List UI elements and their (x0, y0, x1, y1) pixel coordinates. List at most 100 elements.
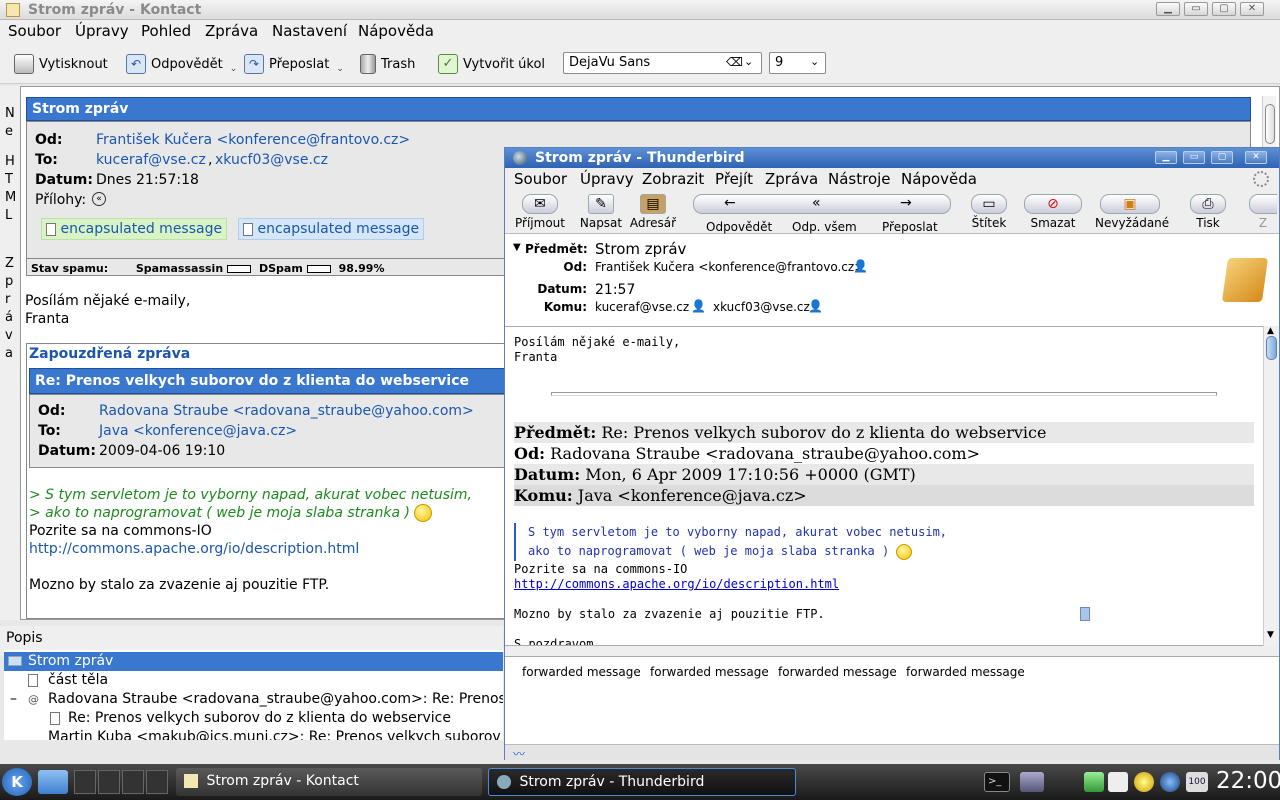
print-button[interactable]: Vytisknout (14, 50, 108, 78)
update-icon[interactable] (1160, 772, 1180, 792)
clock[interactable]: 22:00 (1216, 768, 1280, 794)
chevron-down-icon[interactable]: ⌄ (336, 64, 344, 74)
menu-soubor[interactable]: Soubor (8, 22, 61, 40)
lightbulb-icon[interactable] (1134, 772, 1154, 792)
junk-button[interactable]: ▣ Nevyžádané (1095, 194, 1169, 232)
minimize-button[interactable]: ▁ (1156, 2, 1180, 16)
maximize-button[interactable]: ▢ (1211, 151, 1233, 164)
clipboard-icon[interactable] (1108, 772, 1128, 792)
reply-arrow-icon[interactable]: ← (724, 195, 736, 211)
attachment-forwarded-2[interactable]: forwarded message (650, 665, 769, 679)
collapse-icon[interactable]: « (92, 192, 106, 206)
menu-napoveda[interactable]: Nápověda (358, 22, 434, 40)
font-size-select[interactable]: 9 ⌄ (769, 52, 826, 74)
tag-button[interactable]: ▭ Štítek (965, 194, 1013, 232)
trash-label: Trash (381, 56, 416, 72)
menu-nastroje[interactable]: Nástroje (828, 170, 891, 188)
online-status-icon[interactable]: 〰 (513, 745, 525, 762)
person-icon[interactable]: 👤 (853, 259, 868, 273)
enc-from-link[interactable]: Radovana Straube <radovana_straube@yahoo… (99, 403, 474, 419)
enc-to-link[interactable]: Java <konference@java.cz> (99, 423, 297, 439)
menu-upravy[interactable]: Úpravy (75, 22, 129, 40)
minimize-button[interactable]: ▁ (1155, 151, 1177, 164)
document-icon (50, 712, 60, 725)
print-button[interactable]: ⎙ Tisk (1183, 194, 1233, 232)
expand-headers-icon[interactable]: ▼ (513, 242, 521, 253)
folder-icon[interactable] (38, 770, 68, 794)
terminal-icon[interactable]: >_ (984, 772, 1010, 792)
restore-button[interactable]: ▭ (1183, 151, 1205, 164)
reply-label[interactable]: Odpovědět (706, 220, 772, 234)
monitor-icon[interactable] (1020, 772, 1044, 792)
reply-all-label[interactable]: Odp. všem (792, 220, 857, 234)
create-task-button[interactable]: ✓ Vytvořit úkol (438, 50, 545, 78)
attachment-encapsulated-1[interactable]: encapsulated message (41, 218, 228, 240)
desktop-pager-3[interactable] (122, 770, 144, 794)
to-value-2[interactable]: xkucf03@vse.cz (713, 300, 810, 314)
chevron-down-icon[interactable]: ⌄ (744, 55, 753, 68)
attachment-encapsulated-2[interactable]: encapsulated message (238, 218, 425, 240)
tree-row[interactable]: část těla (4, 671, 503, 690)
popis-header[interactable]: Popis (6, 630, 43, 646)
menu-pohled[interactable]: Pohled (141, 22, 191, 40)
menu-zobrazit[interactable]: Zobrazit (642, 170, 704, 188)
scroll-thumb[interactable] (1265, 104, 1275, 144)
desktop-pager-1[interactable] (74, 770, 96, 794)
task-kontact[interactable]: Strom zpráv - Kontact (176, 768, 482, 796)
attachment-forwarded-1[interactable]: forwarded message (522, 665, 641, 679)
delete-button[interactable]: ⊘ Smazat (1023, 194, 1083, 232)
tree-row[interactable]: – @ Radovana Straube <radovana_straube@y… (4, 690, 503, 709)
from-link[interactable]: František Kučera <konference@frantovo.cz… (96, 132, 410, 148)
write-button[interactable]: ✎ Napsat (579, 194, 623, 232)
forward-arrow-icon[interactable]: → (900, 195, 912, 211)
menu-zprava[interactable]: Zpráva (765, 170, 818, 188)
from-value[interactable]: František Kučera <konference@frantovo.cz… (595, 260, 864, 274)
desktop-pager-4[interactable] (146, 770, 168, 794)
overflow-button[interactable]: Z (1249, 194, 1277, 232)
task-thunderbird[interactable]: Strom zpráv - Thunderbird (488, 768, 796, 796)
menu-prejit[interactable]: Přejít (715, 170, 753, 188)
menu-napoveda[interactable]: Nápověda (901, 170, 977, 188)
menu-upravy[interactable]: Úpravy (580, 170, 634, 188)
scroll-up-icon[interactable]: ▲ (1267, 326, 1274, 336)
tree-row-selected[interactable]: Strom zpráv (4, 652, 503, 671)
reply-button[interactable]: ↶ Odpovědět ⌄ (126, 50, 237, 78)
get-mail-button[interactable]: ✉ Příjmout (513, 194, 567, 232)
commons-io-link[interactable]: http://commons.apache.org/io/description… (29, 540, 472, 558)
network-icon[interactable] (1084, 772, 1104, 792)
clear-icon[interactable]: ⌫ (726, 55, 743, 69)
attachment-forwarded-4[interactable]: forwarded message (906, 665, 1025, 679)
attachment-forwarded-3[interactable]: forwarded message (778, 665, 897, 679)
reply-all-arrow-icon[interactable]: « (812, 195, 821, 211)
person-icon[interactable]: 👤 (691, 299, 706, 313)
desktop-pager-2[interactable] (98, 770, 120, 794)
kde-menu-icon[interactable]: K (2, 768, 32, 796)
menu-zprava[interactable]: Zpráva (205, 22, 258, 40)
address-book-button[interactable]: ▤ Adresář (629, 194, 677, 232)
restore-button[interactable]: ▭ (1184, 2, 1208, 16)
font-family-select[interactable]: DejaVu Sans ⌫ ⌄ (563, 52, 762, 74)
chevron-down-icon[interactable]: ⌄ (810, 55, 819, 68)
forward-label[interactable]: Přeposlat (882, 220, 938, 234)
menu-nastaveni[interactable]: Nastavení (272, 22, 347, 40)
forward-button[interactable]: ↷ Přeposlat ⌄ (244, 50, 344, 78)
to-link-2[interactable]: xkucf03@vse.cz (215, 152, 328, 168)
body-scrollbar[interactable]: ▲ ▼ (1263, 326, 1279, 646)
tree-row[interactable]: Martin Kuba <makub@ics.muni.cz>: Re: Pre… (4, 728, 503, 740)
scroll-down-icon[interactable]: ▼ (1267, 630, 1274, 640)
to-link-1[interactable]: kuceraf@vse.cz (96, 152, 206, 168)
commons-io-link[interactable]: http://commons.apache.org/io/description… (514, 577, 839, 592)
scroll-thumb[interactable] (1266, 336, 1277, 360)
chevron-down-icon[interactable]: ⌄ (230, 64, 238, 74)
fwd-row: Komu: Java <konference@java.cz> (514, 485, 1254, 506)
person-icon[interactable]: 👤 (808, 299, 823, 313)
battery-icon[interactable]: 100 (1186, 772, 1208, 792)
collapse-toggle-icon[interactable]: – (10, 690, 17, 709)
close-button[interactable]: ✕ (1240, 2, 1264, 16)
to-value-1[interactable]: kuceraf@vse.cz (595, 300, 689, 314)
tree-row[interactable]: Re: Prenos velkych suborov do z klienta … (4, 709, 503, 728)
maximize-button[interactable]: ▢ (1212, 2, 1236, 16)
trash-button[interactable]: Trash (360, 50, 415, 78)
menu-soubor[interactable]: Soubor (514, 170, 567, 188)
close-button[interactable]: ✕ (1245, 151, 1267, 164)
